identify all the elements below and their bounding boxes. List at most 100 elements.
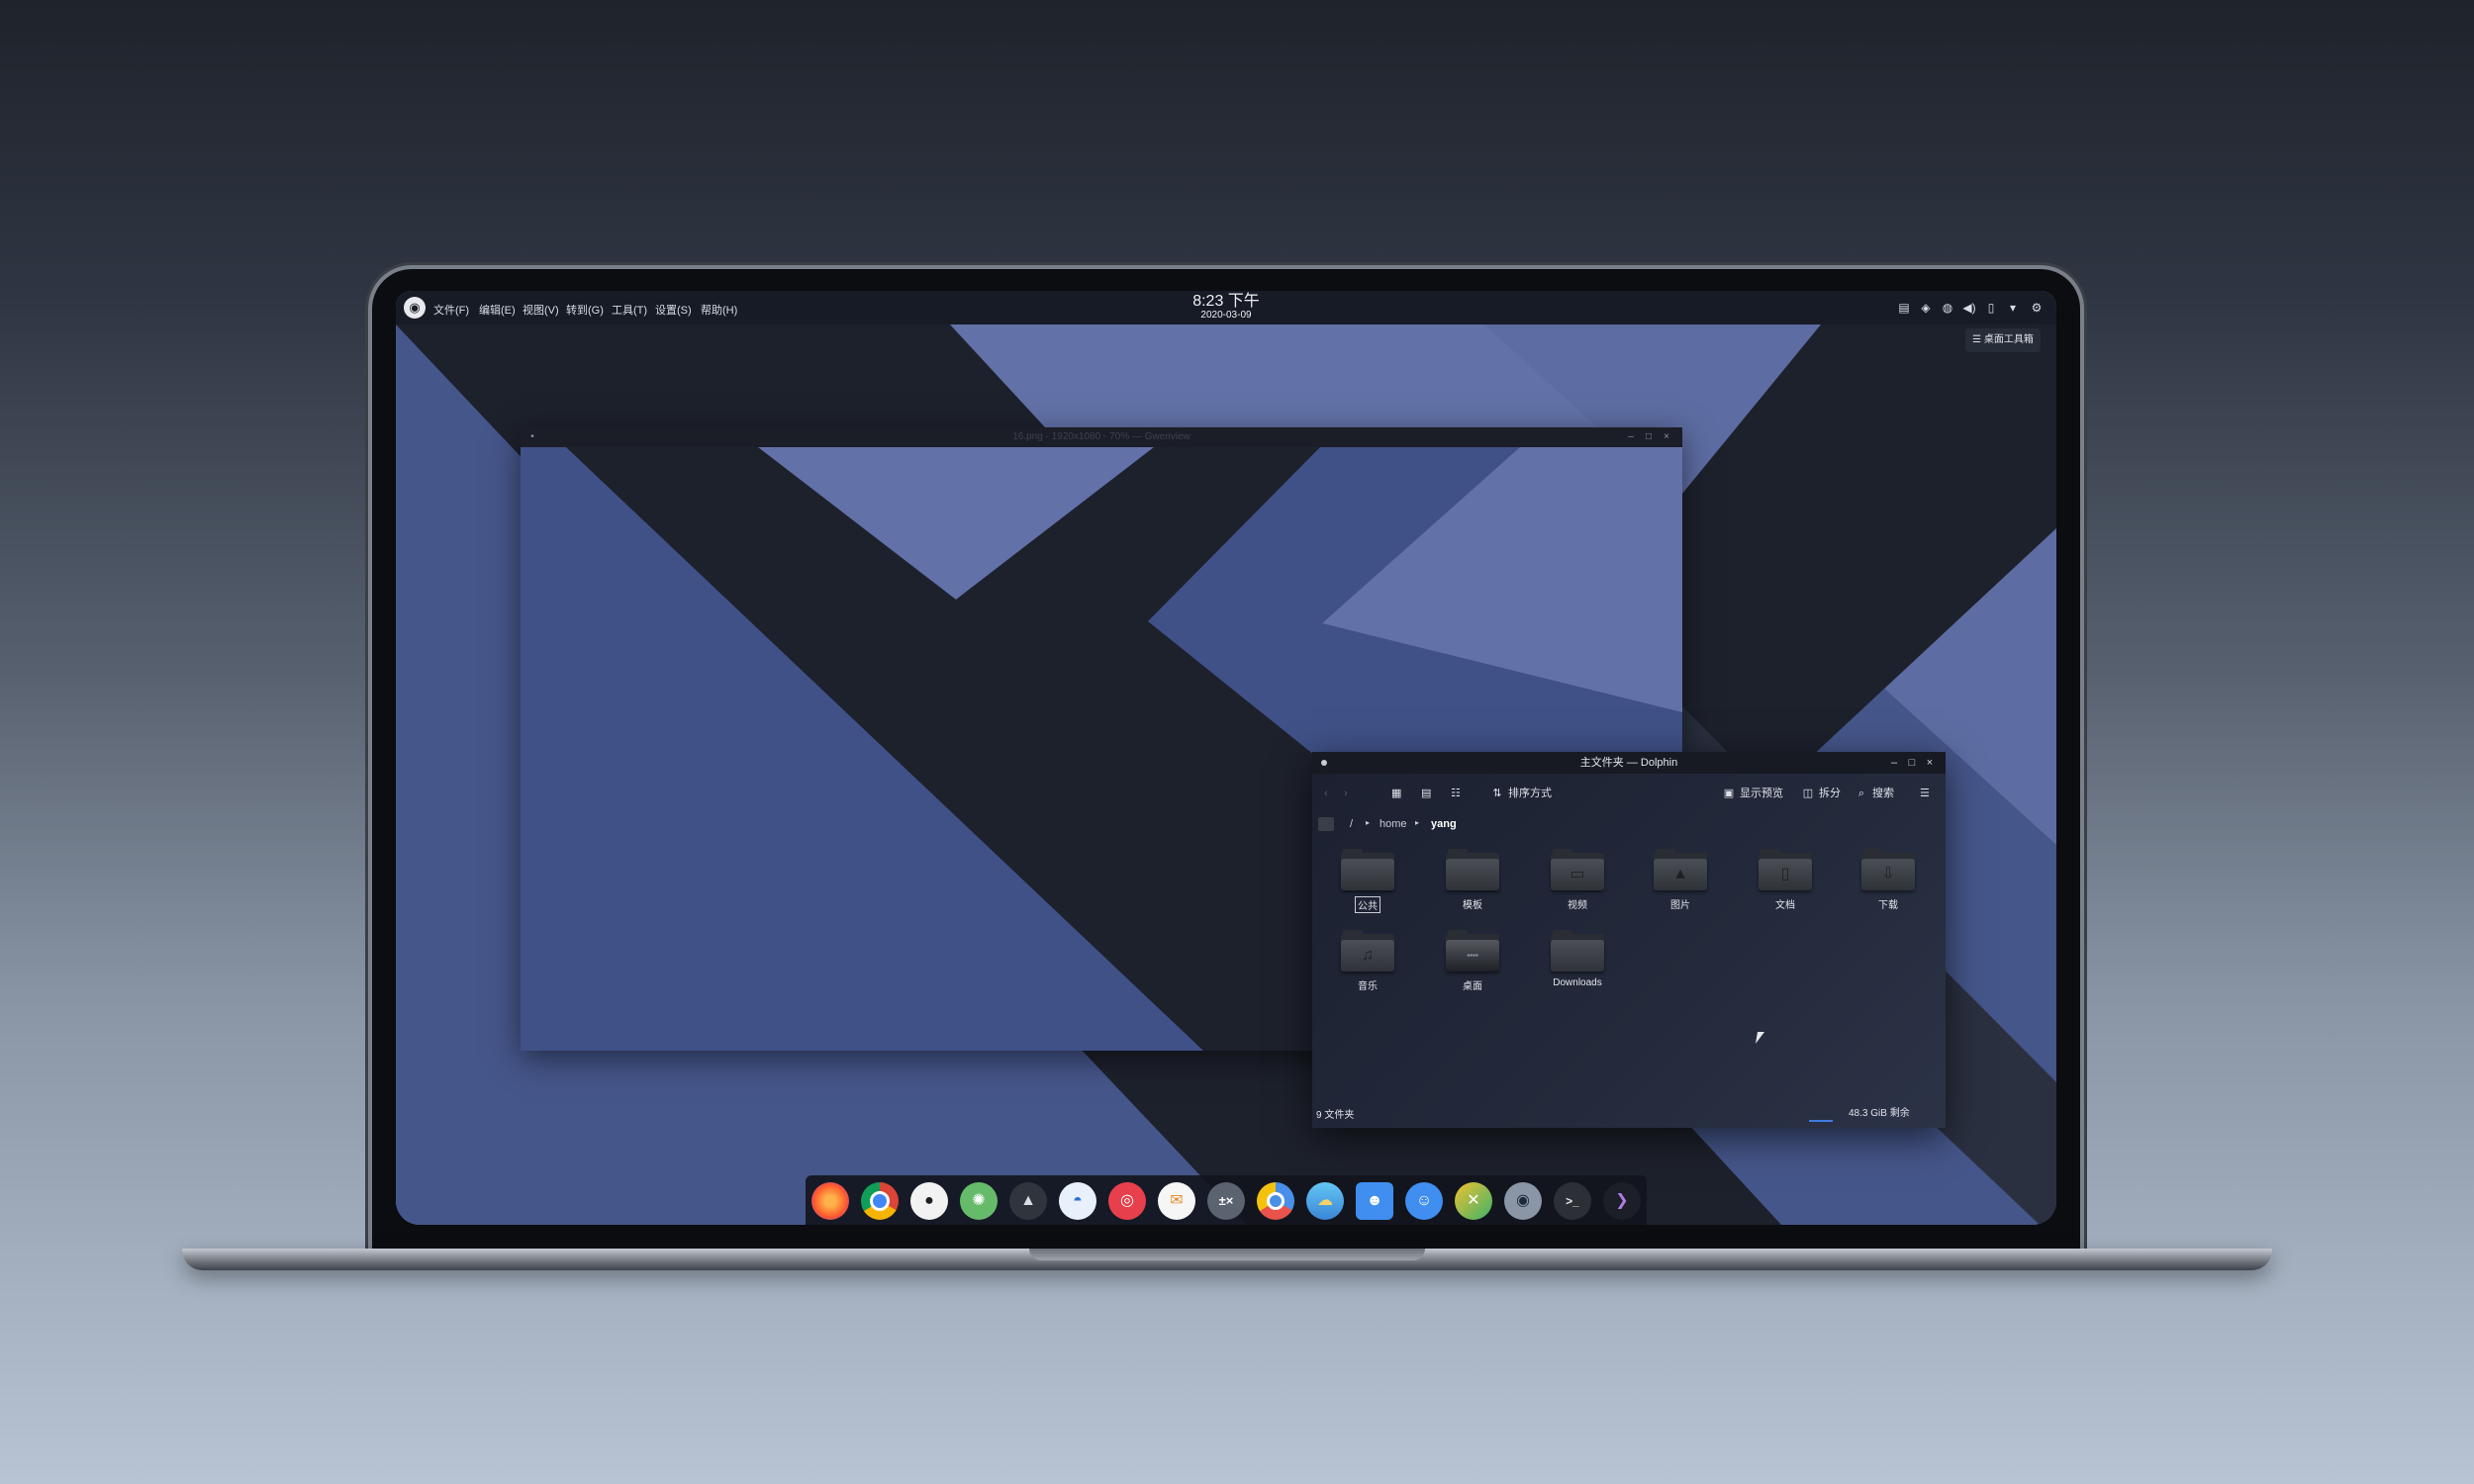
breadcrumb-home[interactable]: home: [1380, 818, 1407, 830]
dolphin-toolbar: ‹ › ▦ ▤ ☷ ⇅ 排序方式 ▣ 显示预览 ◫ 拆分 ⌕ 搜索 ☰: [1312, 774, 1946, 811]
firefox-icon[interactable]: [811, 1182, 849, 1220]
gwenview-title: 16.png - 1920x1080 - 70% — Gwenview: [1012, 431, 1190, 442]
expand-arrow-icon[interactable]: ▾: [2005, 300, 2021, 316]
kdevelop-icon[interactable]: ❯: [1603, 1182, 1641, 1220]
sort-icon: ⇅: [1492, 788, 1502, 799]
search-button[interactable]: ⌕ 搜索: [1855, 786, 1894, 801]
window-menu-icon[interactable]: •: [526, 431, 538, 443]
folder-label: Downloads: [1553, 977, 1602, 988]
laptop-notch: [1029, 1249, 1425, 1260]
folder-label: 视频: [1568, 900, 1587, 911]
gwenview-titlebar[interactable]: 16.png - 1920x1080 - 70% — Gwenview • – …: [521, 427, 1682, 447]
folder-item[interactable]: ▪▪▪▪ 桌面: [1433, 930, 1512, 1001]
clock-date: 2020-03-09: [1200, 310, 1252, 321]
folder-item[interactable]: 公共: [1328, 849, 1407, 920]
weather-icon[interactable]: ☁: [1306, 1182, 1344, 1220]
mail-icon[interactable]: ✉: [1158, 1182, 1195, 1220]
chromium-icon[interactable]: [1257, 1182, 1294, 1220]
breadcrumb: / ▸ home ▸ yang: [1312, 811, 1946, 839]
free-space: 48.3 GiB 剩余: [1849, 1108, 1910, 1119]
shield-icon[interactable]: ◈: [1918, 300, 1934, 316]
folder-label: 音乐: [1358, 981, 1378, 992]
folder-item[interactable]: ▯ 文档: [1746, 849, 1825, 920]
folder-item[interactable]: ♫ 音乐: [1328, 930, 1407, 1001]
folder-item[interactable]: ⇩ 下载: [1849, 849, 1928, 920]
back-icon[interactable]: ‹: [1324, 786, 1328, 801]
hamburger-menu-icon[interactable]: ☰: [1920, 786, 1930, 801]
desktop-screen: ◉ 文件(F) 编辑(E) 视图(V) 转到(G) 工具(T) 设置(S) 帮助…: [396, 291, 2056, 1225]
github-icon[interactable]: ●: [910, 1182, 948, 1220]
compact-view-icon[interactable]: ▤: [1421, 786, 1431, 801]
volume-icon[interactable]: ◀): [1961, 300, 1977, 316]
netease-music-icon[interactable]: ◎: [1108, 1182, 1146, 1220]
template-folder-icon: [1446, 861, 1499, 888]
download-folder-icon: ⇩: [1881, 866, 1895, 882]
disk-usage-bar: [1809, 1120, 1833, 1122]
qq-icon[interactable]: ◓: [1059, 1182, 1096, 1220]
dolphin-title: 主文件夹 — Dolphin: [1579, 757, 1678, 769]
desktop-toolbox-button[interactable]: ☰ 桌面工具箱: [1965, 328, 2041, 352]
dock: ● ✺ ▲ ◓ ◎ ✉ ±× ☁ ☻ ☺ ✕ ◉ >_ ❯: [806, 1175, 1647, 1225]
places-icon[interactable]: [1318, 817, 1334, 831]
minimize-icon[interactable]: –: [1888, 757, 1900, 769]
forward-icon[interactable]: ›: [1344, 786, 1348, 801]
settings-icon[interactable]: ⚙: [2029, 300, 2045, 316]
folder-item[interactable]: 模板: [1433, 849, 1512, 920]
picture-folder-icon: ▲: [1672, 866, 1688, 882]
split-button[interactable]: ◫ 拆分: [1801, 786, 1841, 801]
folder-label: 模板: [1463, 900, 1482, 911]
chevron-right-icon: ▸: [1366, 818, 1371, 827]
music-folder-icon: ♫: [1362, 947, 1374, 964]
folder-item[interactable]: Downloads: [1538, 930, 1617, 1001]
minimize-icon[interactable]: –: [1625, 431, 1637, 443]
video-folder-icon: ▭: [1570, 866, 1585, 882]
clock[interactable]: 8:23 下午 2020-03-09: [396, 294, 2056, 322]
details-view-icon[interactable]: ☷: [1451, 786, 1461, 801]
breadcrumb-current[interactable]: yang: [1431, 818, 1457, 830]
dolphin-window[interactable]: 主文件夹 — Dolphin – □ × ‹ › ▦ ▤ ☷ ⇅ 排序方式 ▣ 显示…: [1312, 752, 1946, 1128]
folder-item[interactable]: ▭ 视频: [1538, 849, 1617, 920]
chrome-icon[interactable]: [861, 1182, 899, 1220]
status-bar: 9 文件夹 48.3 GiB 剩余: [1312, 1100, 1946, 1128]
folder-label: 桌面: [1463, 981, 1482, 992]
sort-label: 排序方式: [1508, 788, 1552, 799]
calculator-icon[interactable]: ±×: [1207, 1182, 1245, 1220]
folder-label: 下载: [1878, 900, 1898, 911]
dolphin-icon[interactable]: ☺: [1405, 1182, 1443, 1220]
finder-icon[interactable]: ☻: [1356, 1182, 1393, 1220]
breadcrumb-root[interactable]: /: [1350, 818, 1353, 830]
share-folder-icon: [1341, 861, 1394, 888]
window-menu-icon[interactable]: [1321, 760, 1327, 766]
split-label: 拆分: [1819, 788, 1841, 799]
terminal-icon[interactable]: >_: [1554, 1182, 1591, 1220]
hamburger-icon: ☰: [1972, 334, 1984, 345]
folder-icon: [1551, 942, 1604, 970]
keyboard-icon[interactable]: ▤: [1896, 300, 1912, 316]
search-label: 搜索: [1872, 788, 1894, 799]
battery-icon[interactable]: ▯: [1983, 300, 1999, 316]
cross-app-icon[interactable]: ✕: [1455, 1182, 1492, 1220]
atom-icon[interactable]: ✺: [960, 1182, 998, 1220]
maximize-icon[interactable]: □: [1906, 757, 1918, 769]
document-folder-icon: ▯: [1780, 866, 1790, 882]
search-icon: ⌕: [1857, 788, 1865, 799]
desktop-toolbox-label: 桌面工具箱: [1983, 334, 2034, 345]
network-icon[interactable]: ◍: [1940, 300, 1955, 316]
sort-button[interactable]: ⇅ 排序方式: [1490, 786, 1552, 801]
folder-item[interactable]: ▲ 图片: [1641, 849, 1720, 920]
split-icon: ◫: [1802, 788, 1814, 799]
preview-button[interactable]: ▣ 显示预览: [1722, 786, 1783, 801]
inkscape-icon[interactable]: ▲: [1009, 1182, 1047, 1220]
laptop-base: [182, 1249, 2272, 1270]
maximize-icon[interactable]: □: [1643, 431, 1655, 443]
folder-count: 9 文件夹: [1316, 1110, 1355, 1121]
system-monitor-icon[interactable]: ◉: [1504, 1182, 1542, 1220]
close-icon[interactable]: ×: [1661, 431, 1672, 443]
top-panel: ◉ 文件(F) 编辑(E) 视图(V) 转到(G) 工具(T) 设置(S) 帮助…: [396, 291, 2056, 325]
close-icon[interactable]: ×: [1924, 757, 1936, 769]
dolphin-titlebar[interactable]: 主文件夹 — Dolphin – □ ×: [1312, 752, 1946, 774]
folder-label: 文档: [1775, 900, 1795, 911]
preview-label: 显示预览: [1740, 788, 1783, 799]
clock-time: 8:23 下午: [1192, 293, 1260, 310]
icons-view-icon[interactable]: ▦: [1391, 786, 1401, 801]
